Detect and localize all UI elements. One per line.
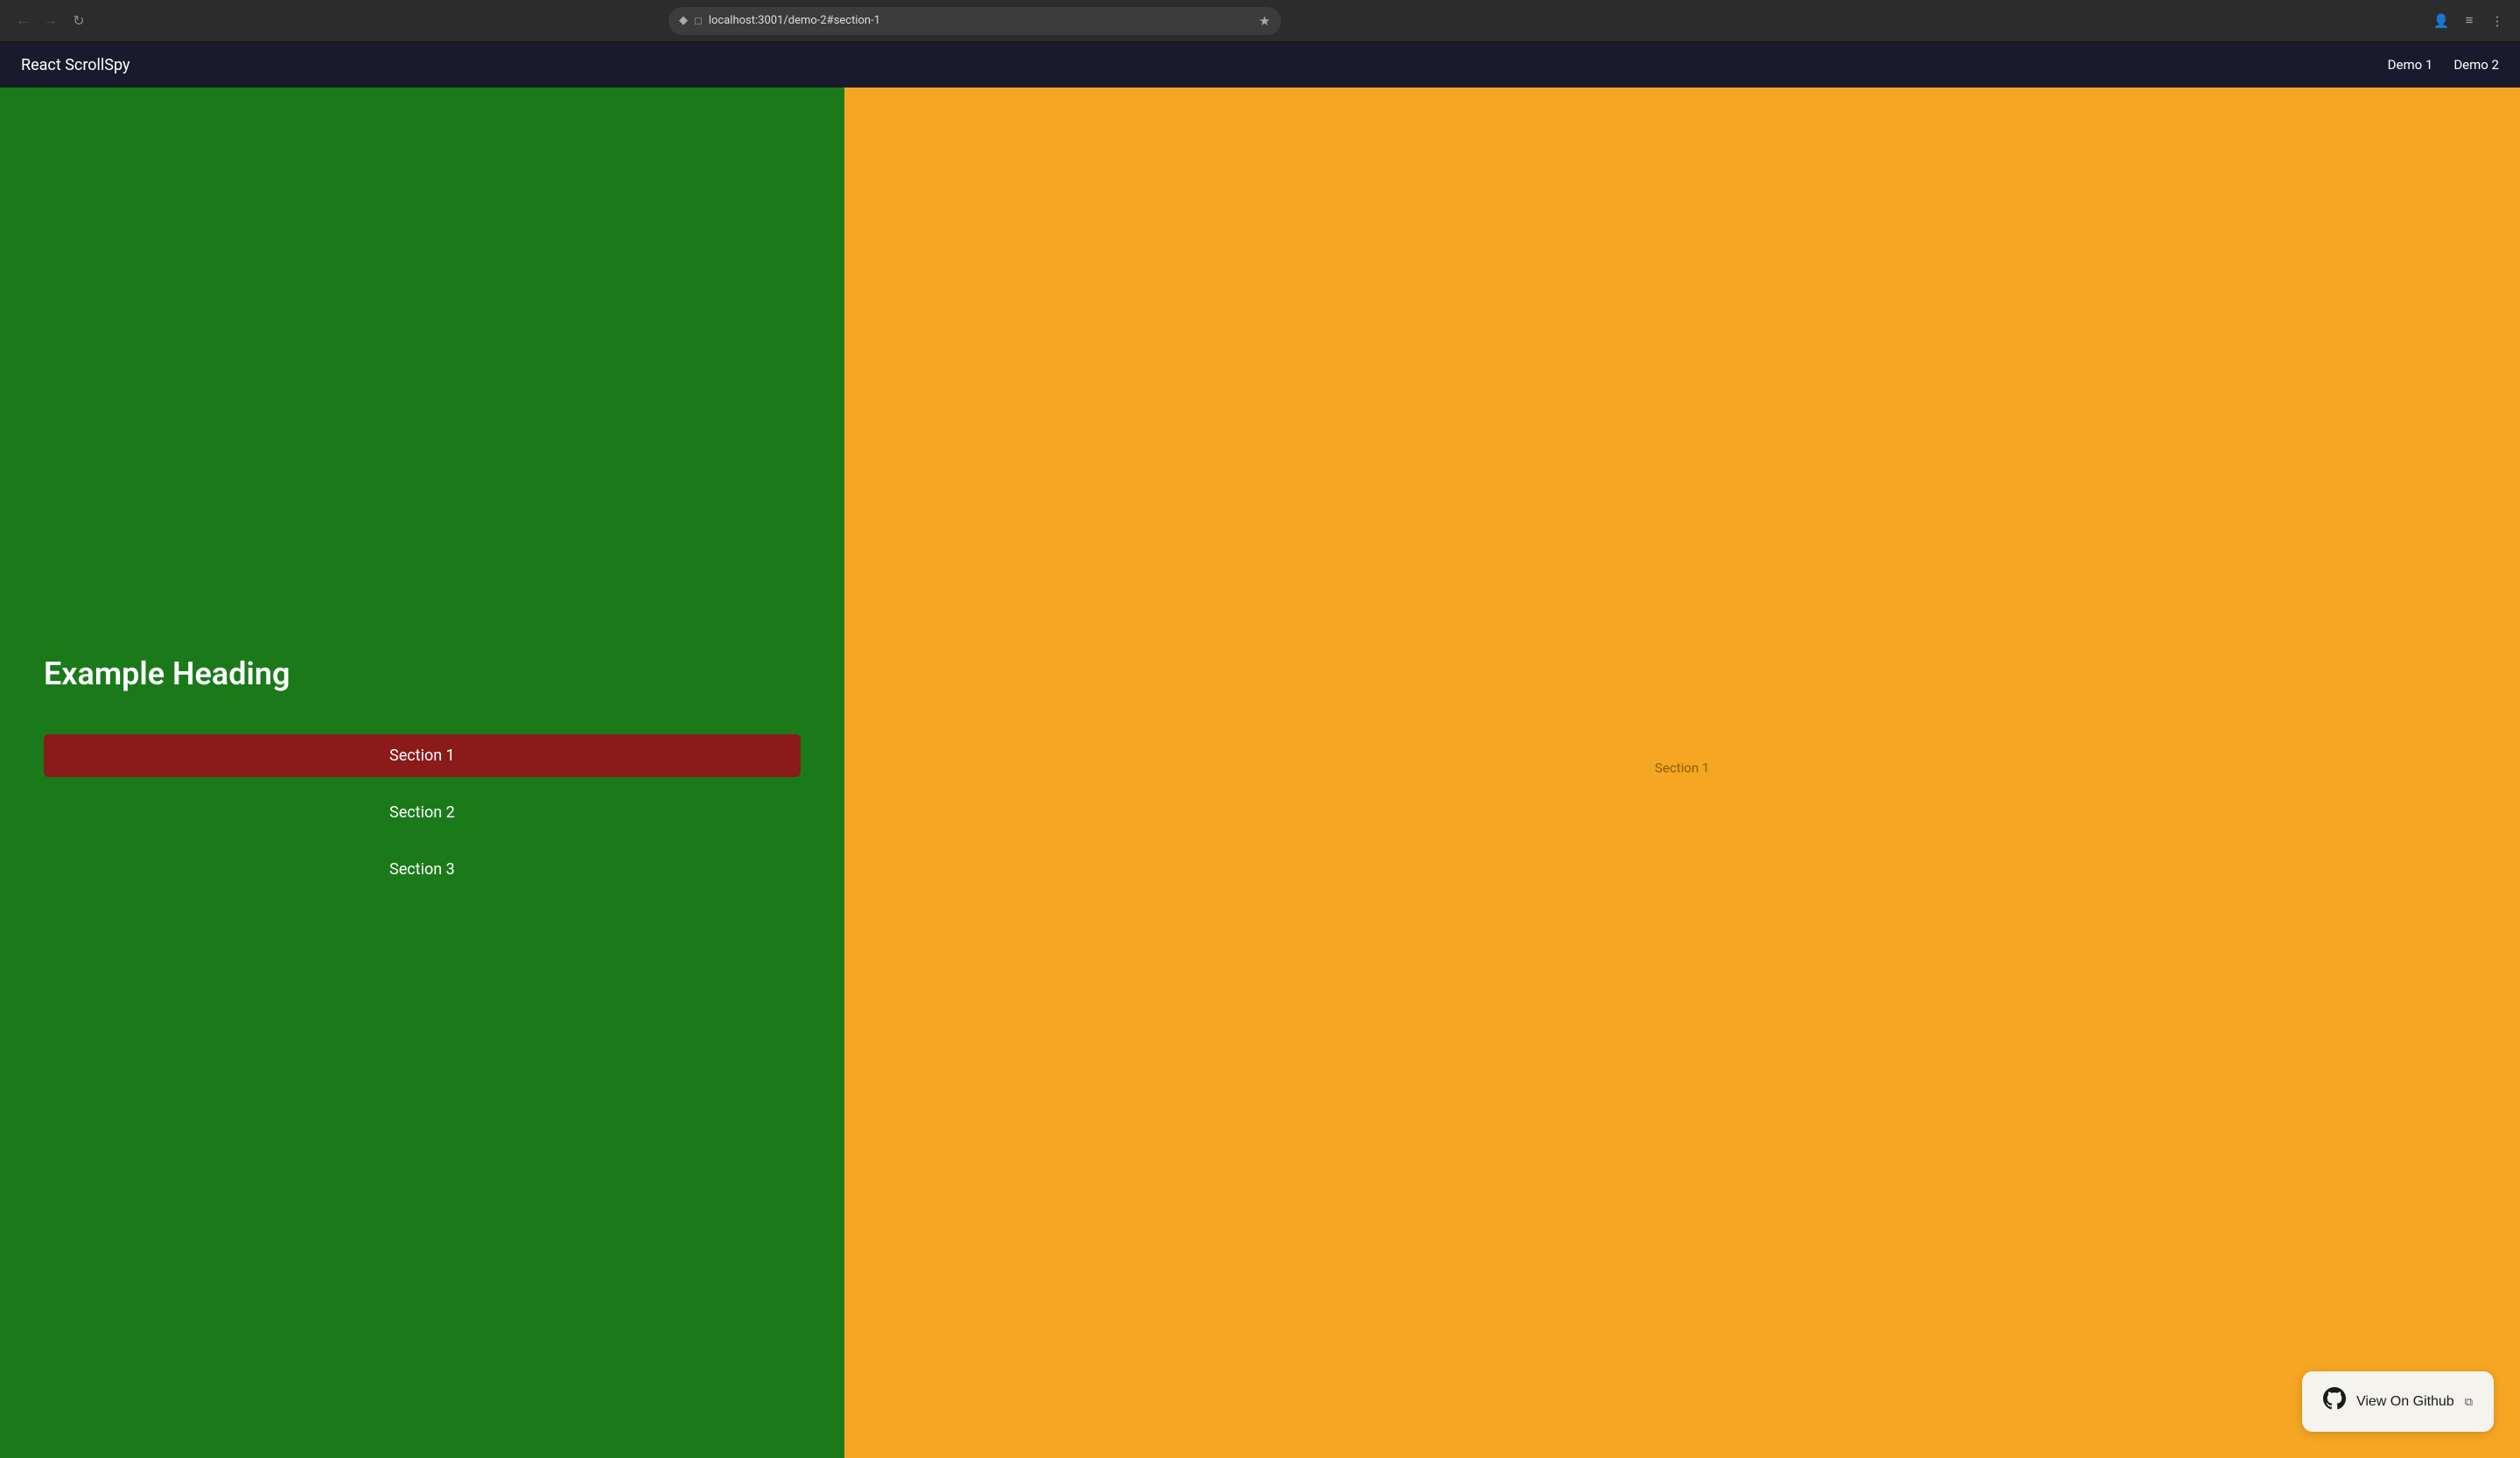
main-content: Example Heading Section 1 Section 2 Sect… <box>0 88 2520 1458</box>
content-area: Section 1 View On Github ⧉ <box>844 88 2520 1458</box>
shield-icon: ◆ <box>679 14 688 27</box>
demo1-nav-link[interactable]: Demo 1 <box>2388 57 2433 73</box>
browser-chrome: ← → ↻ ◆ □ localhost:3001/demo-2#section-… <box>0 0 2520 42</box>
nav-item-section2[interactable]: Section 2 <box>44 791 801 834</box>
github-icon <box>2323 1387 2346 1416</box>
firefox-account-button[interactable]: 👤 <box>2429 9 2454 33</box>
address-bar[interactable]: ◆ □ localhost:3001/demo-2#section-1 ★ <box>668 7 1281 35</box>
browser-nav-buttons: ← → ↻ <box>10 9 91 33</box>
external-link-icon: ⧉ <box>2465 1395 2473 1409</box>
page-icon: □ <box>695 14 702 28</box>
app-header: React ScrollSpy Demo 1 Demo 2 <box>0 42 2520 88</box>
reload-button[interactable]: ↻ <box>66 9 91 33</box>
url-text: localhost:3001/demo-2#section-1 <box>709 14 1252 27</box>
bookmark-icon[interactable]: ★ <box>1259 13 1270 29</box>
menu-button[interactable]: ⋮ <box>2485 9 2510 33</box>
sidebar-nav: Section 1 Section 2 Section 3 <box>44 734 801 891</box>
sidebar: Example Heading Section 1 Section 2 Sect… <box>0 88 844 1458</box>
browser-actions: 👤 ≡ ⋮ <box>2429 9 2510 33</box>
github-button-label: View On Github <box>2356 1394 2454 1410</box>
section-content-label: Section 1 <box>1655 761 1709 776</box>
nav-item-section1[interactable]: Section 1 <box>44 734 801 777</box>
sidebar-heading: Example Heading <box>44 655 801 692</box>
github-button[interactable]: View On Github ⧉ <box>2302 1371 2494 1432</box>
app-title: React ScrollSpy <box>21 56 130 74</box>
back-button[interactable]: ← <box>10 9 35 33</box>
forward-button[interactable]: → <box>38 9 63 33</box>
nav-item-section3[interactable]: Section 3 <box>44 848 801 891</box>
app-nav: Demo 1 Demo 2 <box>2388 57 2499 73</box>
demo2-nav-link[interactable]: Demo 2 <box>2454 57 2499 73</box>
extensions-button[interactable]: ≡ <box>2457 9 2482 33</box>
